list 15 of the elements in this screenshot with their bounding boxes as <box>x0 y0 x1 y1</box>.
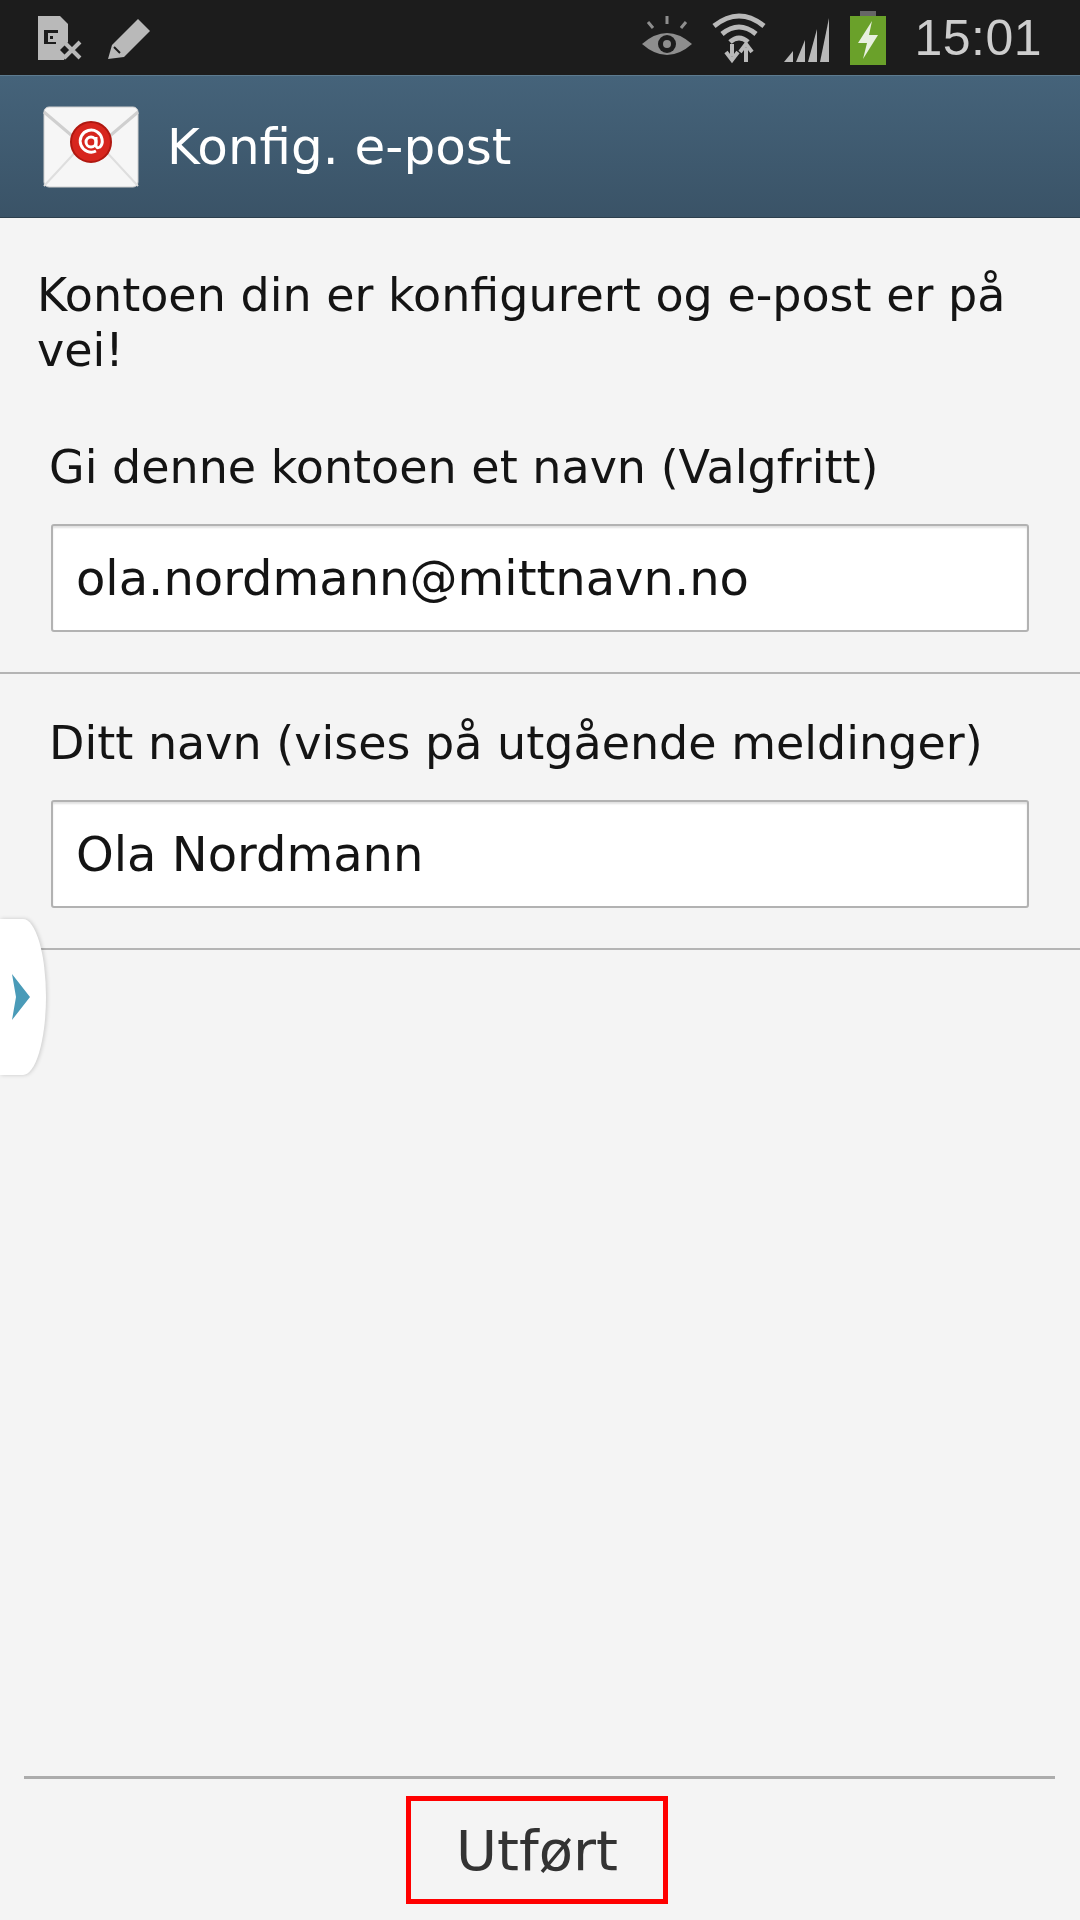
sim-card-x-icon <box>36 15 82 60</box>
side-panel-handle[interactable] <box>0 919 46 1075</box>
done-button[interactable]: Utført <box>406 1796 668 1904</box>
battery-charging-icon <box>850 10 887 65</box>
field-label: Ditt navn (vises på utgående meldinger) <box>49 717 983 769</box>
wifi-icon <box>712 11 767 64</box>
status-message: Kontoen din er konfigurert og e-post er på vei! <box>37 268 1007 378</box>
pencil-icon <box>108 16 152 59</box>
clock-time: 15:01 <box>914 12 1042 63</box>
field-label: Gi denne kontoen et navn (Valgfritt) <box>49 441 879 493</box>
envelope-icon <box>43 105 139 188</box>
chevron-right-icon <box>12 974 30 1020</box>
screen-title: Konfig. e-post <box>167 121 512 172</box>
text-field[interactable]: ola.nordmann@mittnavn.no <box>51 524 1029 632</box>
text-field[interactable]: Ola Nordmann <box>51 800 1029 908</box>
